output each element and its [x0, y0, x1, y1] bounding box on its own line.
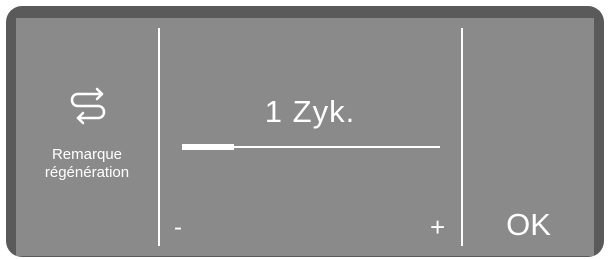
device-panel: Remarque régénération 1 Zyk. - + OK [0, 0, 610, 259]
ok-button[interactable]: OK [463, 202, 594, 248]
setting-label: Remarque régénération [16, 146, 158, 182]
level-slider[interactable] [182, 142, 440, 152]
increase-button[interactable]: + [430, 214, 445, 240]
value-display: 1 Zyk. [264, 94, 356, 129]
setting-label-line1: Remarque [51, 146, 123, 163]
decrease-button[interactable]: - [174, 216, 182, 240]
display-screen: Remarque régénération 1 Zyk. - + OK [16, 18, 594, 256]
setting-label-line2: régénération [44, 164, 130, 181]
left-divider [158, 28, 160, 246]
regeneration-arrows-icon [64, 84, 114, 134]
slider-fill [182, 144, 234, 150]
